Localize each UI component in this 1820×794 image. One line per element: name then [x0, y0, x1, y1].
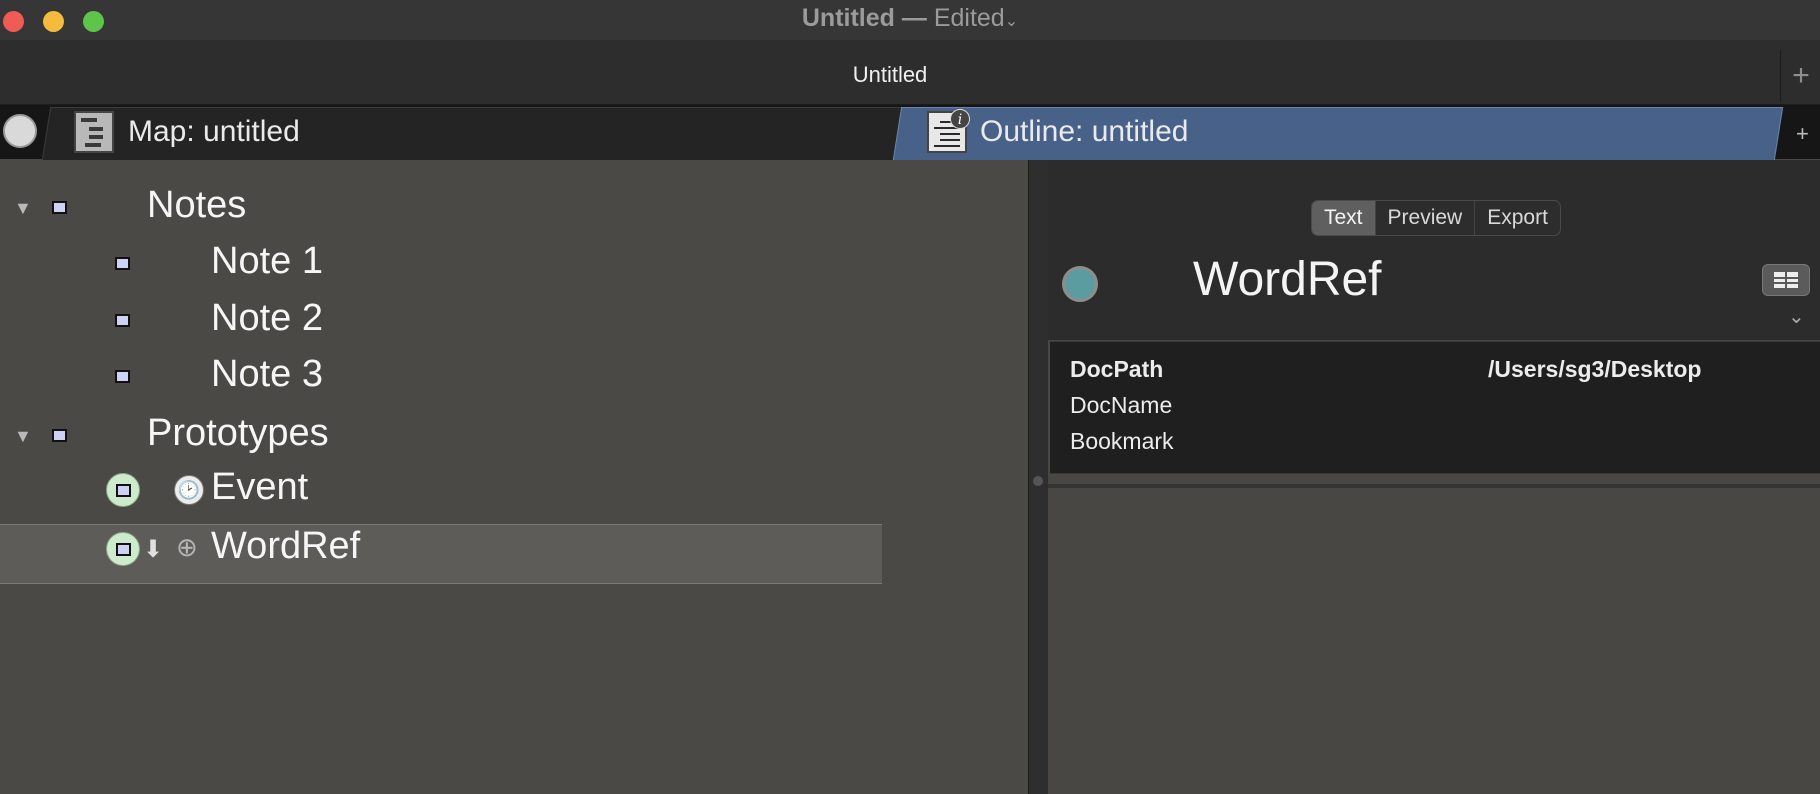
note-icon: [116, 484, 131, 497]
note-icon: [116, 543, 131, 556]
note-icon: [115, 370, 130, 383]
document-tab[interactable]: Untitled: [0, 62, 1780, 88]
outline-row[interactable]: Note 1: [0, 235, 882, 293]
outline-item-label[interactable]: Note 1: [211, 240, 323, 283]
outline-row[interactable]: ▼ Notes: [0, 178, 882, 236]
tab-map-label[interactable]: Map: untitled: [128, 115, 300, 149]
text-pane: Text Preview Export WordRef ⌄ DocPath /U…: [1048, 160, 1820, 794]
chevron-down-icon[interactable]: ⌄: [1005, 13, 1018, 30]
outline-item-label[interactable]: Event: [211, 466, 308, 509]
outline-item-label[interactable]: Prototypes: [147, 412, 329, 455]
info-icon[interactable]: i: [950, 109, 970, 129]
new-tab-button[interactable]: +: [1780, 50, 1820, 102]
chevron-down-icon[interactable]: ⌄: [1788, 304, 1805, 329]
view-tab-bar: Map: untitled i Outline: untitled +: [0, 105, 1820, 160]
add-view-button[interactable]: +: [1796, 121, 1809, 147]
note-icon: [52, 429, 67, 442]
text-pane-header: Text Preview Export WordRef ⌄: [1048, 160, 1820, 340]
table-icon[interactable]: [1762, 264, 1810, 296]
tab-export[interactable]: Export: [1474, 201, 1560, 235]
text-area-divider: [1048, 484, 1820, 488]
outline-row-selected[interactable]: ⬇ ⊕ WordRef: [0, 524, 882, 584]
text-pane-segmented-control: Text Preview Export: [1311, 200, 1561, 236]
note-badge-knob[interactable]: [1062, 266, 1098, 302]
document-tab-bar: Untitled +: [0, 40, 1820, 105]
tab-text[interactable]: Text: [1312, 201, 1375, 235]
disclosure-triangle-icon[interactable]: ▼: [14, 198, 32, 219]
outline-item-label[interactable]: Note 2: [211, 297, 323, 340]
outline-item-label[interactable]: Notes: [147, 184, 246, 227]
prototype-badge: [106, 473, 140, 507]
splitter-handle[interactable]: [1033, 476, 1043, 486]
outline-row[interactable]: ▼ Prototypes: [0, 406, 882, 464]
view-knob[interactable]: [3, 114, 37, 148]
disclosure-triangle-icon[interactable]: ▼: [14, 426, 32, 447]
outline-row[interactable]: Note 3: [0, 348, 882, 406]
title-separator: —: [901, 4, 927, 32]
tab-outline-label[interactable]: Outline: untitled: [980, 115, 1188, 149]
attribute-name: Bookmark: [1070, 428, 1174, 454]
outline-pane: ▼ Notes Note 1 Note 2 Note 3 ▼ Prototype…: [0, 160, 1028, 794]
document-name: Untitled: [801, 4, 895, 32]
prototype-badge: [106, 532, 140, 566]
outline-item-label[interactable]: Note 3: [211, 353, 323, 396]
note-icon: [115, 257, 130, 270]
note-icon: [115, 314, 130, 327]
window-title: Untitled — Edited⌄: [0, 4, 1820, 33]
attribute-name: DocPath: [1070, 356, 1164, 382]
outline-row[interactable]: 🕑 Event: [0, 461, 882, 519]
map-view-icon: [74, 111, 114, 153]
attribute-value[interactable]: /Users/sg3/Desktop: [1488, 356, 1701, 383]
tab-preview[interactable]: Preview: [1374, 201, 1475, 235]
attribute-name: DocName: [1070, 392, 1173, 418]
edited-status[interactable]: Edited: [934, 4, 1005, 32]
outline-item-label[interactable]: WordRef: [211, 525, 360, 568]
add-circle-icon: ⊕: [176, 532, 198, 562]
note-icon: [52, 201, 67, 214]
key-attributes-table: DocPath /Users/sg3/Desktop DocName Bookm…: [1050, 341, 1820, 474]
clock-icon: 🕑: [174, 475, 204, 505]
title-bar: Untitled — Edited⌄: [0, 0, 1820, 40]
note-title[interactable]: WordRef: [1193, 252, 1382, 307]
arrow-down-icon: ⬇: [143, 536, 164, 563]
outline-row[interactable]: Note 2: [0, 292, 882, 350]
